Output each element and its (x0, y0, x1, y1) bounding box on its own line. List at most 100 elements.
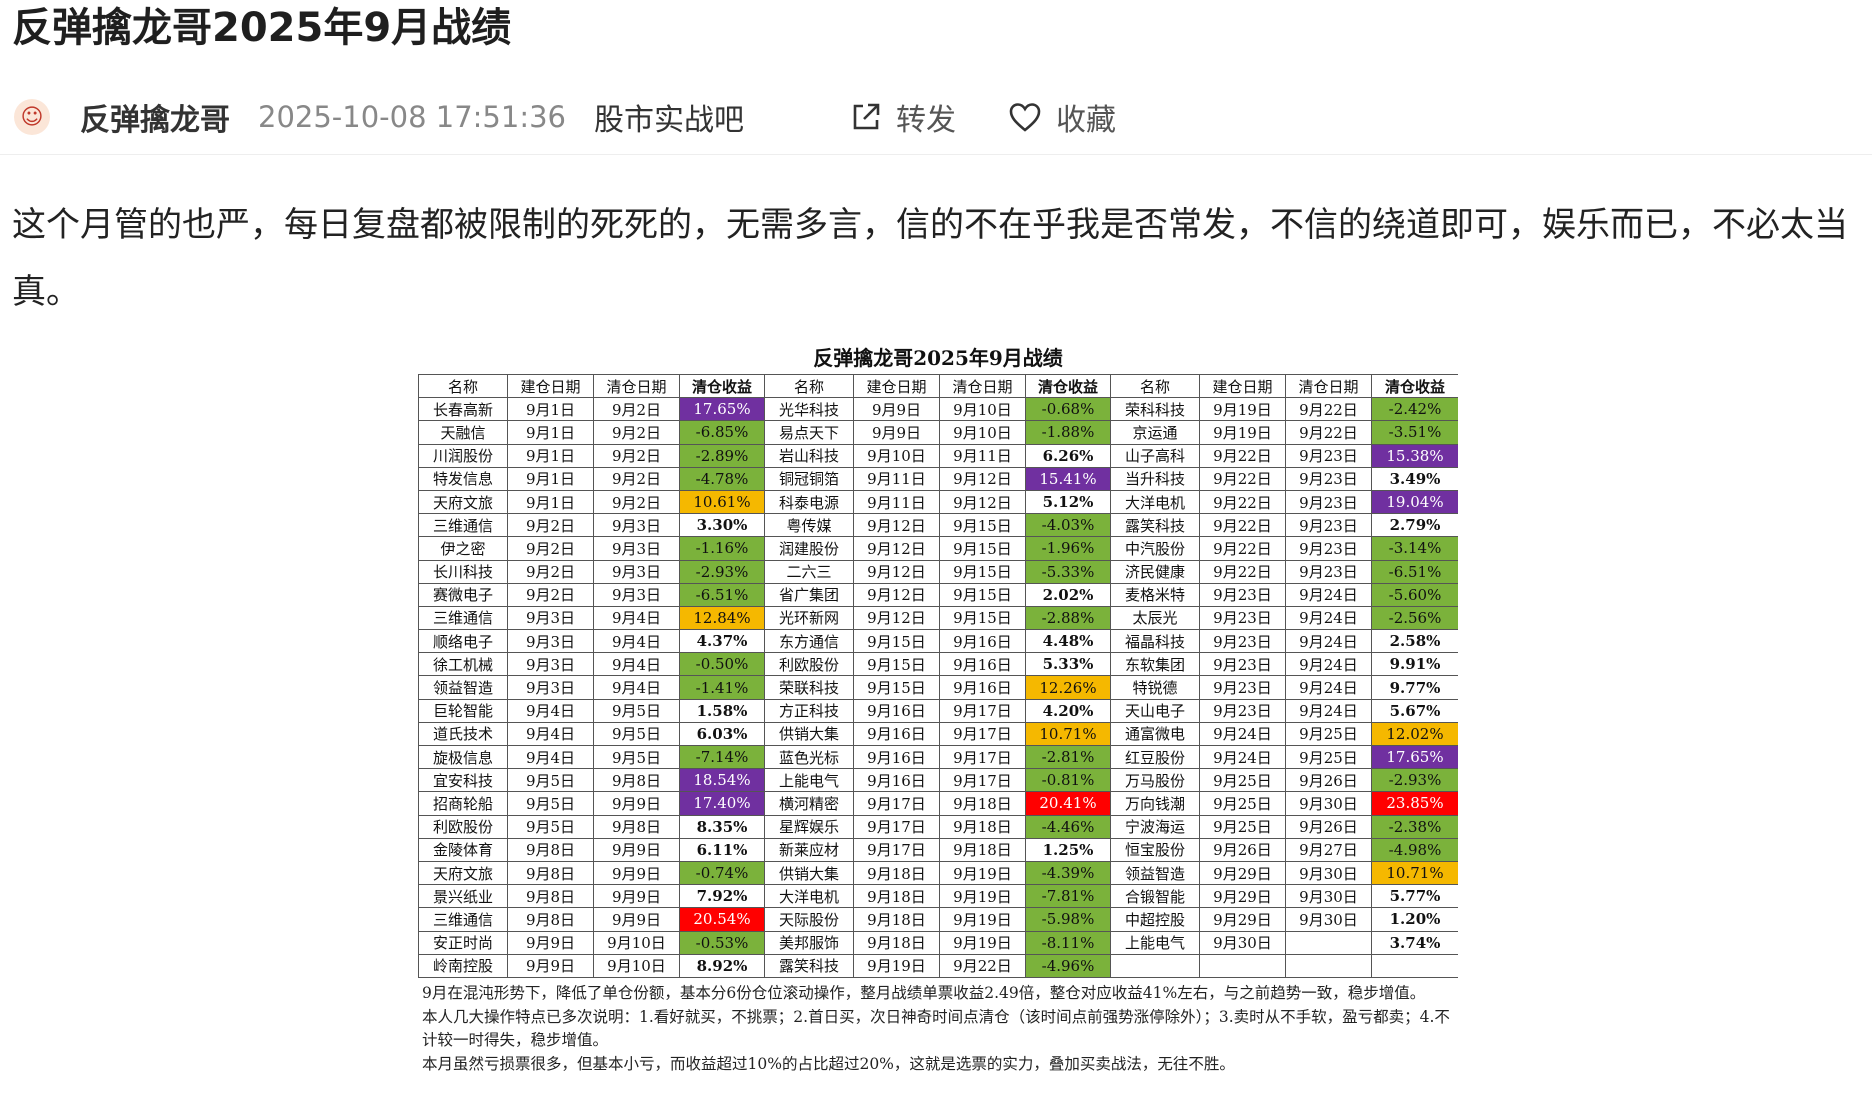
stock-name: 光环新网 (764, 605, 854, 631)
close-date: 9月19日 (939, 860, 1026, 886)
close-date: 9月25日 (1285, 744, 1372, 770)
open-date: 9月23日 (1199, 605, 1286, 631)
stock-name: 宜安科技 (418, 768, 508, 793)
open-date: 9月17日 (853, 837, 940, 862)
stock-name: 京运通 (1110, 420, 1200, 445)
close-date: 9月24日 (1285, 629, 1372, 654)
return-value: 5.77% (1371, 884, 1458, 909)
open-date: 9月30日 (1199, 930, 1286, 955)
stock-name: 省广集团 (764, 582, 854, 607)
return-value: -2.42% (1371, 397, 1458, 422)
stock-name: 荣联科技 (764, 675, 854, 700)
open-date: 9月1日 (507, 466, 594, 491)
open-date: 9月4日 (507, 721, 594, 747)
open-date: 9月25日 (1199, 814, 1286, 839)
header-return: 清仓收益 (679, 373, 765, 399)
return-value: -5.33% (1025, 559, 1111, 584)
close-date: 9月30日 (1285, 884, 1372, 909)
open-date: 9月9日 (507, 953, 594, 978)
header-close-date: 清仓日期 (1285, 373, 1372, 399)
return-value: -0.74% (679, 860, 765, 886)
author-name[interactable]: 反弹擒龙哥 (80, 95, 230, 139)
open-date: 9月3日 (507, 675, 594, 700)
close-date: 9月18日 (939, 814, 1026, 839)
return-value: 19.04% (1371, 489, 1458, 515)
close-date: 9月24日 (1285, 675, 1372, 700)
open-date: 9月1日 (507, 397, 594, 422)
table-row: 领益智造 9月3日 9月4日 -1.41% 荣联科技 9月15日 9月16日 12.26% 特锐… (418, 675, 1458, 700)
header-name: 名称 (764, 373, 854, 399)
stock-name: 当升科技 (1110, 466, 1200, 491)
stock-name: 徐工机械 (418, 652, 508, 677)
close-date: 9月27日 (1285, 837, 1372, 862)
header-close-date: 清仓日期 (939, 373, 1026, 399)
open-date: 9月12日 (853, 513, 940, 538)
table-row: 长川科技 9月2日 9月3日 -2.93% 二六三 9月12日 9月15日 -5.33% 济民健… (418, 559, 1458, 584)
stock-name: 大洋电机 (764, 884, 854, 909)
table-row: 三维通信 9月8日 9月9日 20.54% 天际股份 9月18日 9月19日 -5.98% 中超… (418, 907, 1458, 932)
return-value: -5.98% (1025, 907, 1111, 932)
stock-name: 万向钱潮 (1110, 791, 1200, 816)
close-date: 9月30日 (1285, 860, 1372, 886)
return-value: 8.92% (679, 953, 765, 978)
close-date: 9月25日 (1285, 721, 1372, 747)
close-date: 9月2日 (593, 466, 680, 491)
open-date: 9月16日 (853, 698, 940, 723)
return-value: 12.26% (1025, 675, 1111, 700)
table-row: 金陵体育 9月8日 9月9日 6.11% 新莱应材 9月17日 9月18日 1.25% 恒宝股份… (418, 837, 1458, 862)
table-row: 宜安科技 9月5日 9月8日 18.54% 上能电气 9月16日 9月17日 -0.81% 万马… (418, 768, 1458, 793)
return-value: 7.92% (679, 884, 765, 909)
open-date: 9月25日 (1199, 791, 1286, 816)
note-line: 本人几大操作特点已多次说明：1.看好就买，不挑票；2.首日买，次日神奇时间点清仓… (422, 1007, 1450, 1050)
forward-button[interactable]: 转发 (850, 95, 956, 139)
return-value: 4.20% (1025, 698, 1111, 723)
open-date: 9月16日 (853, 744, 940, 770)
performance-table: 名称 建仓日期 清仓日期 清仓收益 名称 建仓日期 清仓日期 清仓收益 名称 建… (418, 373, 1458, 978)
open-date: 9月5日 (507, 768, 594, 793)
stock-name: 天府文旅 (418, 860, 508, 886)
open-date: 9月23日 (1199, 652, 1286, 677)
return-value: 15.38% (1371, 443, 1458, 468)
stock-name: 三维通信 (418, 513, 508, 538)
open-date: 9月5日 (507, 814, 594, 839)
open-date: 9月22日 (1199, 466, 1286, 491)
return-value: -4.78% (679, 466, 765, 491)
table-row: 顺络电子 9月3日 9月4日 4.37% 东方通信 9月15日 9月16日 4.48% 福晶科技… (418, 629, 1458, 654)
stock-name: 旋极信息 (418, 744, 508, 770)
close-date: 9月2日 (593, 397, 680, 422)
close-date: 9月9日 (593, 884, 680, 909)
open-date: 9月12日 (853, 582, 940, 607)
return-value: 17.65% (679, 397, 765, 422)
header-open-date: 建仓日期 (1199, 373, 1286, 399)
close-date: 9月18日 (939, 791, 1026, 816)
table-row: 徐工机械 9月3日 9月4日 -0.50% 利欧股份 9月15日 9月16日 5.33% 东软集… (418, 652, 1458, 677)
stock-name: 润建股份 (764, 536, 854, 561)
close-date: 9月12日 (939, 466, 1026, 491)
return-value: -4.96% (1025, 953, 1111, 978)
header-return: 清仓收益 (1025, 373, 1111, 399)
close-date: 9月16日 (939, 675, 1026, 700)
open-date: 9月1日 (507, 420, 594, 445)
open-date: 9月8日 (507, 884, 594, 909)
note-line: 9月在混沌形势下，降低了单仓份额，基本分6份仓位滚动操作，整月战绩单票收益2.4… (422, 984, 1426, 1002)
collect-button[interactable]: 收藏 (1008, 95, 1116, 139)
stock-name: 横河精密 (764, 791, 854, 816)
stock-name: 上能电气 (1110, 930, 1200, 955)
stock-name: 天融信 (418, 420, 508, 445)
return-value: -7.14% (679, 744, 765, 770)
return-value: -4.39% (1025, 860, 1111, 886)
close-date: 9月19日 (939, 907, 1026, 932)
open-date: 9月23日 (1199, 629, 1286, 654)
post-meta-bar: ☺ 反弹擒龙哥 2025-10-08 17:51:36 股市实战吧 转发 收藏 (0, 80, 1872, 155)
avatar[interactable]: ☺ (14, 99, 50, 135)
table-row: 三维通信 9月2日 9月3日 3.30% 粤传媒 9月12日 9月15日 -4.03% 露笑科技… (418, 513, 1458, 538)
post-title: 反弹擒龙哥2025年9月战绩 (12, 5, 512, 51)
stock-name: 天山电子 (1110, 698, 1200, 723)
return-value: 5.33% (1025, 652, 1111, 677)
return-value: -2.56% (1371, 605, 1458, 631)
stock-name: 蓝色光标 (764, 744, 854, 770)
forum-name[interactable]: 股市实战吧 (594, 95, 744, 139)
stock-name: 川润股份 (418, 443, 508, 468)
stock-name: 天府文旅 (418, 489, 508, 515)
table-row: 三维通信 9月3日 9月4日 12.84% 光环新网 9月12日 9月15日 -2.88% 太辰… (418, 605, 1458, 631)
